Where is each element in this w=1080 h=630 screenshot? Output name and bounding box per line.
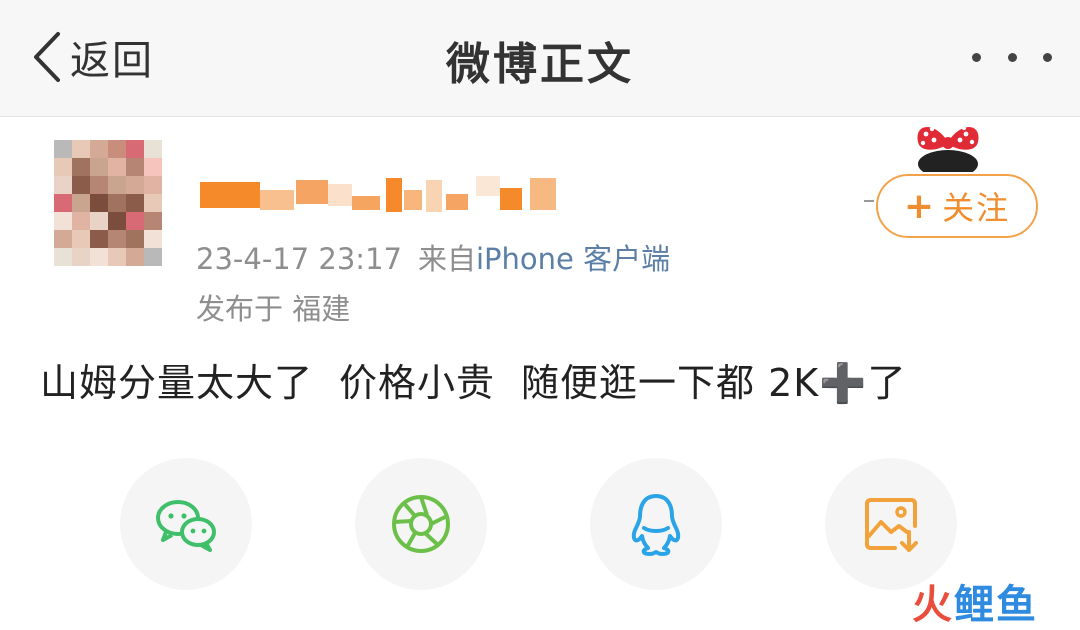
watermark-part: 鲤 [954, 582, 996, 628]
wechat-icon [156, 500, 216, 552]
username-mosaic-block [260, 190, 294, 210]
post-text-part: 价格小贵 [339, 361, 496, 405]
post-text-part: 了 [867, 361, 907, 405]
plus-icon: + [903, 185, 937, 227]
follow-button[interactable]: + 关注 [876, 174, 1038, 238]
heavy-plus-emoji: ➕ [819, 361, 868, 405]
username-redacted[interactable] [200, 176, 560, 216]
post-location: 发布于 福建 [196, 292, 351, 326]
follow-area: + 关注 [864, 116, 1050, 256]
share-wechat-button[interactable] [120, 458, 252, 590]
username-mosaic-block [328, 184, 352, 206]
username-mosaic-block [530, 178, 556, 210]
divider-mark [864, 200, 874, 202]
qq-icon [631, 494, 681, 556]
more-dot-icon [1007, 52, 1017, 62]
moments-icon [392, 495, 450, 553]
post-source[interactable]: iPhone 客户端 [476, 242, 670, 276]
follow-label: 关注 [942, 189, 1011, 227]
more-options-button[interactable] [972, 46, 1052, 68]
post-content: 山姆分量太大了 价格小贵 随便逛一下都 2K➕了 [40, 352, 907, 407]
share-qq-button[interactable] [590, 458, 722, 590]
watermark-part: 鱼 [996, 582, 1038, 628]
share-moments-button[interactable] [355, 458, 487, 590]
watermark-part: 火 [912, 582, 954, 628]
username-mosaic-block [426, 180, 442, 212]
save-image-icon [865, 498, 918, 552]
username-mosaic-block [404, 190, 422, 210]
save-image-button[interactable] [825, 458, 957, 590]
post-timestamp: 23-4-17 23:17 [196, 242, 402, 276]
post-source-prefix: 来自 [417, 242, 476, 276]
watermark: 火鲤鱼 [912, 572, 1038, 630]
username-mosaic-block [296, 180, 328, 204]
username-mosaic-block [500, 188, 522, 210]
page-title: 微博正文 [446, 39, 634, 90]
username-mosaic-block [200, 182, 260, 208]
post-text-part: 随便逛一下都 2K [521, 361, 820, 405]
minnie-bow-icon [917, 125, 979, 172]
username-mosaic-block [446, 194, 468, 210]
post-meta: 23-4-17 23:17 来自iPhone 客户端 [196, 236, 670, 278]
more-dot-icon [972, 52, 981, 62]
username-mosaic-block [386, 178, 402, 212]
avatar-mosaic [54, 140, 162, 266]
top-nav-bar: 返回 微博正文 [0, 0, 1080, 117]
username-mosaic-block [476, 176, 500, 196]
username-mosaic-block [352, 196, 380, 210]
post-text-part: 山姆分量太大了 [40, 361, 314, 405]
more-dot-icon [1043, 52, 1052, 62]
avatar[interactable] [40, 140, 168, 280]
